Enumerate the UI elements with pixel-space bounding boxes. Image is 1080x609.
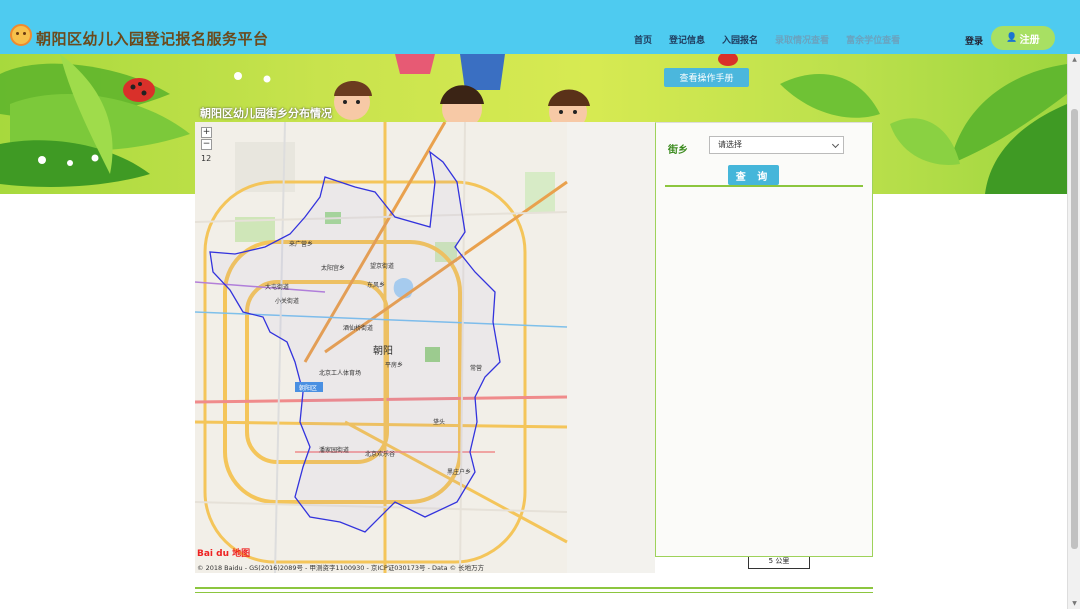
nav-vacant-seats[interactable]: 富余学位查看 [846, 33, 900, 46]
nav-registration-info[interactable]: 登记信息 [669, 33, 705, 46]
zoom-control: + − [201, 127, 212, 151]
register-label: 注册 [1019, 34, 1040, 46]
map-view[interactable]: 来广营乡 太阳宫乡 大屯街道 小关街道 望京街道 东风乡 酒仙桥街道 朝阳 平房… [195, 122, 655, 573]
zoom-out-button[interactable]: − [201, 139, 212, 150]
svg-text:小关街道: 小关街道 [275, 297, 299, 305]
section-title: 朝阳区幼儿园街乡分布情况 [200, 107, 332, 120]
panel-divider [665, 185, 863, 187]
logo-icon [10, 24, 32, 46]
svg-text:来广营乡: 来广营乡 [289, 240, 313, 248]
street-select[interactable]: 请选择 [709, 136, 844, 154]
baidu-map-logo[interactable]: Bai du 地图 [197, 546, 250, 559]
map-copyright: © 2018 Baidu - GS(2016)2089号 - 甲测资字11009… [197, 564, 485, 572]
svg-text:平房乡: 平房乡 [385, 361, 403, 369]
svg-text:太阳宫乡: 太阳宫乡 [321, 264, 345, 272]
map-center-label: 朝阳 [373, 345, 393, 357]
district-tag: 朝阳区 [299, 384, 317, 392]
svg-text:酒仙桥街道: 酒仙桥街道 [343, 324, 373, 332]
scroll-thumb[interactable] [1071, 109, 1078, 549]
map-scale: 5 公里 [748, 557, 810, 569]
site-title: 朝阳区幼儿入园登记报名服务平台 [36, 30, 269, 48]
user-add-icon: 👤 [1006, 33, 1018, 43]
page: 朝阳区幼儿入园登记报名服务平台 首页 登记信息 入园报名 录取情况查看 富余学位… [0, 0, 1080, 609]
svg-text:望京街道: 望京街道 [370, 262, 394, 270]
svg-text:北京工人体育场: 北京工人体育场 [319, 369, 361, 377]
view-manual-button[interactable]: 查看操作手册 [664, 68, 749, 87]
main-nav: 首页 登记信息 入园报名 录取情况查看 富余学位查看 [634, 33, 917, 46]
register-button[interactable]: 👤 注册 [991, 26, 1055, 50]
street-query-panel: 街乡 请选择 查 询 [655, 122, 873, 557]
zoom-in-button[interactable]: + [201, 127, 212, 138]
scroll-up-icon[interactable]: ▲ [1071, 56, 1078, 63]
scroll-down-icon[interactable]: ▼ [1071, 600, 1078, 607]
svg-text:潘家园街道: 潘家园街道 [319, 446, 349, 454]
svg-text:垡头: 垡头 [433, 418, 445, 426]
query-button[interactable]: 查 询 [728, 165, 779, 185]
nav-admission-results[interactable]: 录取情况查看 [775, 33, 829, 46]
street-label: 街乡 [668, 145, 688, 156]
nav-enrollment[interactable]: 入园报名 [722, 33, 758, 46]
zoom-level: 12 [201, 154, 212, 163]
nav-home[interactable]: 首页 [634, 33, 652, 46]
footer-divider [195, 587, 873, 593]
svg-text:大屯街道: 大屯街道 [265, 283, 289, 291]
top-navigation-bar: 朝阳区幼儿入园登记报名服务平台 首页 登记信息 入园报名 录取情况查看 富余学位… [0, 0, 1080, 54]
vertical-scrollbar[interactable]: ▲ ▼ [1067, 54, 1080, 609]
map-canvas[interactable]: 来广营乡 太阳宫乡 大屯街道 小关街道 望京街道 东风乡 酒仙桥街道 朝阳 平房… [195, 122, 655, 573]
svg-text:常营: 常营 [470, 364, 482, 372]
login-link[interactable]: 登录 [965, 34, 983, 47]
svg-text:黑庄户乡: 黑庄户乡 [447, 468, 471, 476]
svg-text:北京欢乐谷: 北京欢乐谷 [365, 450, 395, 458]
svg-text:东风乡: 东风乡 [367, 281, 385, 289]
